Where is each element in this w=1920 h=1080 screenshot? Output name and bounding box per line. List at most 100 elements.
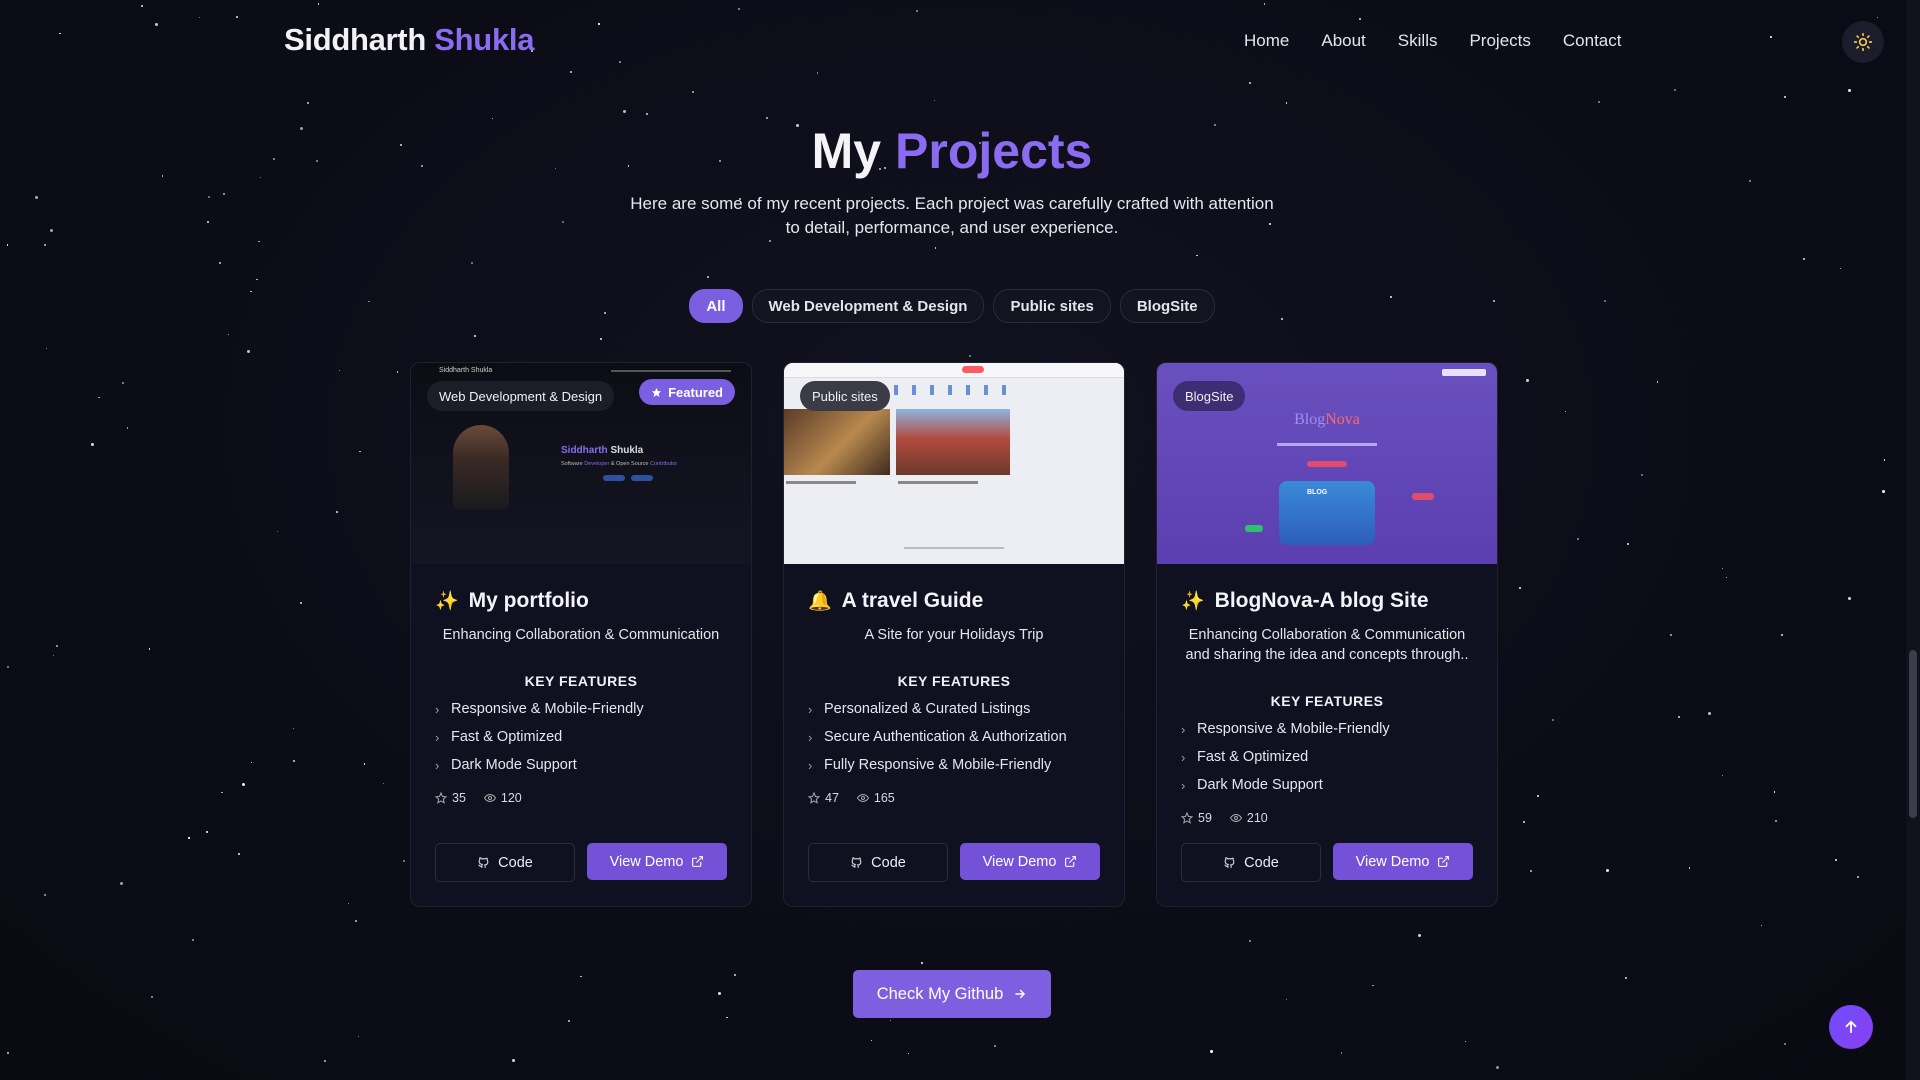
star-dot: [256, 278, 258, 281]
feature-item: › Dark Mode Support: [1181, 771, 1390, 799]
star-dot: [90, 443, 94, 447]
views-count: 165: [856, 791, 895, 805]
project-title-text: BlogNova-A blog Site: [1214, 589, 1429, 612]
star-dot: [1530, 870, 1533, 873]
star-dot: [993, 1045, 996, 1048]
preview-logo-first: Blog: [1294, 411, 1326, 428]
filter-web-development[interactable]: Web Development & Design: [751, 289, 985, 323]
sun-icon: [1853, 32, 1873, 52]
feature-item: › Fully Responsive & Mobile-Friendly: [808, 751, 1067, 779]
star-dot: [34, 196, 38, 200]
star-dot: [692, 90, 695, 93]
chevron-right-icon: ›: [1181, 749, 1186, 765]
nav-about[interactable]: About: [1321, 31, 1365, 51]
preview-hero-first: Siddharth: [561, 445, 608, 456]
feature-text: Dark Mode Support: [1197, 777, 1323, 793]
star-dot: [348, 902, 350, 905]
star-dot: [357, 1035, 360, 1038]
star-dot: [121, 382, 124, 385]
star-dot: [1721, 567, 1723, 570]
star-dot: [120, 881, 124, 885]
star-dot: [44, 243, 47, 246]
stars-count: 59: [1181, 811, 1212, 825]
project-preview-image[interactable]: Public sites: [784, 363, 1124, 564]
star-dot: [44, 893, 47, 896]
star-dot: [1627, 542, 1630, 545]
code-button[interactable]: Code: [435, 843, 575, 882]
star-dot: [717, 991, 721, 995]
star-dot: [645, 112, 648, 115]
project-description: A Site for your Holidays Trip: [864, 627, 1044, 643]
chevron-right-icon: ›: [808, 701, 813, 717]
star-dot: [1523, 820, 1525, 823]
scroll-to-top-button[interactable]: [1829, 1005, 1873, 1049]
filter-all[interactable]: All: [689, 289, 743, 323]
code-button[interactable]: Code: [808, 843, 948, 882]
preview-listing-text: [786, 481, 856, 484]
filter-public-sites[interactable]: Public sites: [993, 289, 1111, 323]
star-dot: [1196, 254, 1198, 257]
filter-blogsite[interactable]: BlogSite: [1119, 289, 1215, 323]
chevron-right-icon: ›: [1181, 777, 1186, 793]
star-dot: [1418, 933, 1422, 937]
star-dot: [192, 939, 195, 942]
star-dot: [206, 220, 209, 223]
view-demo-button[interactable]: View Demo: [960, 843, 1100, 880]
brand-logo[interactable]: Siddharth Shukla: [284, 22, 534, 58]
star-dot: [221, 791, 223, 794]
project-filters: All Web Development & Design Public site…: [0, 289, 1904, 323]
project-card-travel: Public sites 🔔 A travel Guide A Site for…: [783, 362, 1125, 907]
star-dot: [293, 760, 296, 763]
key-features-heading: KEY FEATURES: [1270, 693, 1384, 709]
star-dot: [45, 347, 48, 350]
star-dot: [300, 602, 302, 604]
star-dot: [306, 101, 309, 104]
star-dot: [1210, 1050, 1214, 1054]
nav-skills[interactable]: Skills: [1398, 31, 1438, 51]
brand-first-name: Siddharth: [284, 22, 426, 57]
views-count: 120: [483, 791, 522, 805]
code-button[interactable]: Code: [1181, 843, 1321, 882]
main-nav: Home About Skills Projects Contact: [1244, 31, 1653, 51]
preview-float-tag: [1412, 493, 1434, 500]
star-dot: [598, 23, 600, 25]
feature-item: › Fast & Optimized: [1181, 743, 1390, 771]
check-github-button[interactable]: Check My Github: [853, 970, 1051, 1018]
theme-toggle-button[interactable]: [1842, 21, 1884, 63]
star-dot: [1340, 1052, 1343, 1054]
scrollbar-thumb[interactable]: [1909, 650, 1917, 818]
view-demo-button[interactable]: View Demo: [587, 843, 727, 880]
nav-home[interactable]: Home: [1244, 31, 1289, 51]
view-demo-button[interactable]: View Demo: [1333, 843, 1473, 880]
project-preview-image[interactable]: BlogNova BLOG BlogSite: [1157, 363, 1497, 564]
project-description: Enhancing Collaboration & Communication …: [1185, 627, 1469, 663]
star-dot: [1656, 381, 1659, 383]
feature-text: Fast & Optimized: [1197, 749, 1309, 765]
star-dot: [1721, 775, 1724, 777]
star-dot: [1249, 939, 1252, 942]
page-scrollbar[interactable]: [1906, 0, 1920, 1080]
feature-item: › Fast & Optimized: [435, 723, 644, 751]
project-preview-image[interactable]: Siddharth Shukla Siddharth Shukla Softwa…: [411, 363, 751, 564]
preview-nav-links: [611, 370, 731, 372]
feature-item: › Personalized & Curated Listings: [808, 695, 1067, 723]
star-dot: [492, 117, 494, 120]
preview-portrait: [453, 425, 509, 509]
nav-projects[interactable]: Projects: [1469, 31, 1530, 51]
preview-nav-name: Siddharth Shukla: [439, 367, 493, 374]
eye-icon: [856, 793, 869, 803]
star-dot: [1770, 36, 1772, 38]
nav-contact[interactable]: Contact: [1563, 31, 1622, 51]
star-dot: [916, 10, 919, 13]
star-dot: [7, 666, 10, 669]
star-dot: [323, 1059, 326, 1062]
star-dot: [1761, 924, 1763, 927]
star-dot: [335, 511, 338, 514]
star-dot: [870, 1039, 873, 1041]
star-dot: [1551, 719, 1554, 722]
project-title: 🔔 A travel Guide: [808, 589, 983, 613]
preview-logo: BlogNova: [1257, 411, 1397, 429]
external-link-icon: [1065, 856, 1077, 867]
category-badge: Web Development & Design: [427, 381, 615, 411]
star-dot: [126, 427, 129, 429]
